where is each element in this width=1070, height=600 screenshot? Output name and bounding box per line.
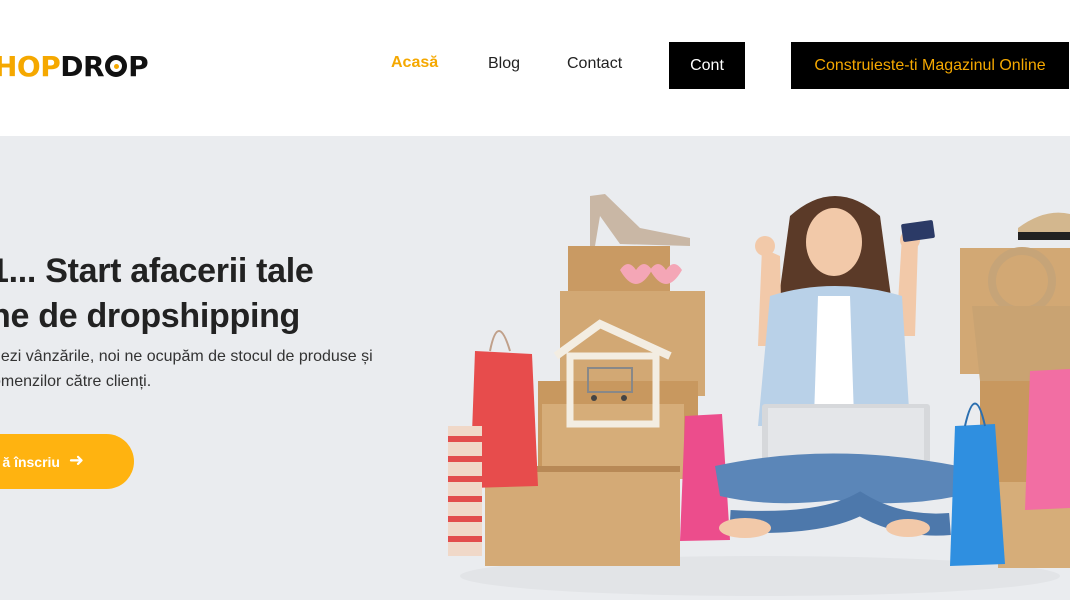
hero-title: 1... Start afacerii tale ne de dropshipp… [0, 249, 410, 339]
hero-shopping-illustration [448, 194, 1070, 596]
nav-home[interactable]: Acasă [391, 54, 438, 72]
arrow-right-icon: ➜ [68, 450, 84, 470]
hero-subtitle-line-1: nezi vânzările, noi ne ocupăm de stocul … [0, 348, 373, 365]
hero-section: 1... Start afacerii tale ne de dropshipp… [0, 136, 1070, 600]
site-header: HOP DR P Acasă Blog Contact Cont Constru… [0, 0, 1070, 136]
signup-button-label: ă înscriu [2, 453, 60, 470]
logo[interactable]: HOP DR P [0, 49, 149, 83]
logo-text-dark: DR P [60, 49, 149, 83]
logo-o-icon [105, 55, 128, 77]
nav-blog[interactable]: Blog [488, 55, 520, 73]
account-button[interactable]: Cont [669, 42, 745, 89]
hero-subtitle-line-2: omenzilor către clienți. [0, 373, 152, 390]
nav-contact[interactable]: Contact [567, 55, 622, 73]
signup-button[interactable]: ă înscriu ➜ [0, 434, 134, 489]
hero-title-line-1: 1... Start afacerii tale [0, 252, 314, 290]
logo-text-accent: HOP [0, 49, 61, 83]
hero-subtitle: nezi vânzările, noi ne ocupăm de stocul … [0, 344, 392, 394]
hero-title-line-2: ne de dropshipping [0, 297, 301, 335]
build-store-button[interactable]: Construieste-ti Magazinul Online [791, 42, 1069, 89]
